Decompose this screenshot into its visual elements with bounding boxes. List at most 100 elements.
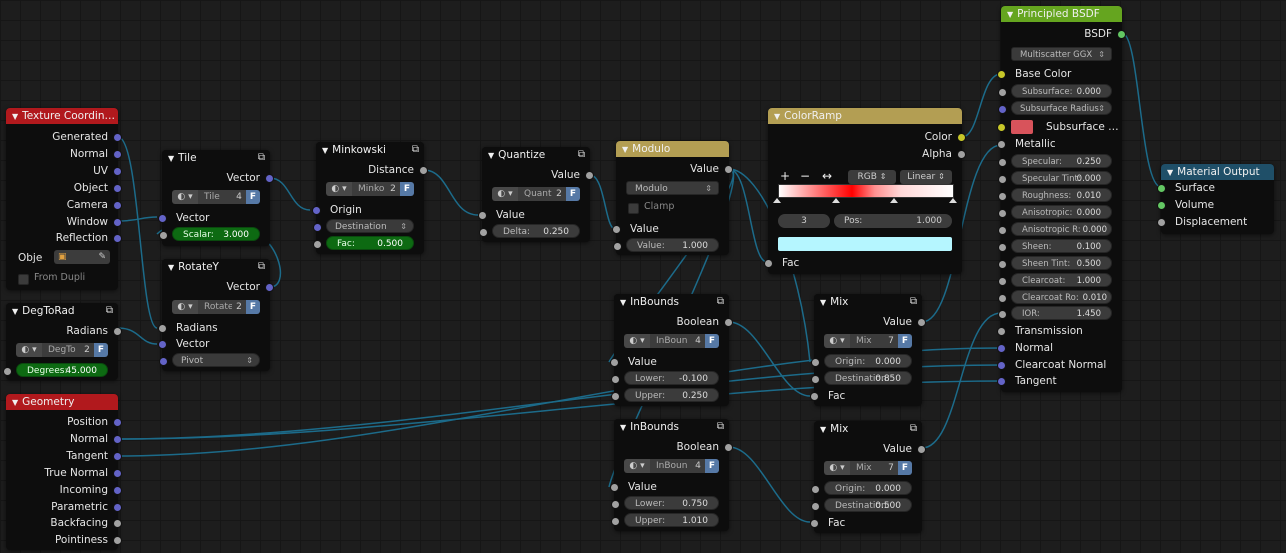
input-socket[interactable]	[479, 228, 488, 237]
collapse-arrow-icon[interactable]: ▼	[168, 263, 174, 272]
operation-dropdown[interactable]: Modulo ⇕	[626, 181, 719, 195]
input-socket[interactable]	[997, 140, 1006, 149]
eyedropper-icon[interactable]: ✎	[98, 250, 106, 264]
fake-user-button[interactable]: F	[898, 334, 912, 348]
fac-field[interactable]: Fac: 0.500	[313, 236, 414, 250]
position-field[interactable]: Pos: 1.000	[834, 214, 952, 228]
input-socket[interactable]	[997, 123, 1006, 132]
fake-user-button[interactable]: F	[705, 334, 719, 348]
subsurface-radius-field[interactable]: Subsurface Radius ⇕	[998, 101, 1112, 115]
node-group-icon[interactable]: ⧉	[258, 259, 265, 275]
node-group-icon[interactable]: ⧉	[106, 303, 113, 319]
group-datablock[interactable]: ◐ ▾ InBoun 4 F	[624, 334, 719, 348]
node-group-icon[interactable]: ⧉	[910, 294, 917, 310]
material-output-node[interactable]: ▼ Material Output Surface Volume Displace…	[1157, 164, 1274, 234]
interpolation-dropdown[interactable]: Linear ⇕	[900, 170, 952, 184]
collapse-arrow-icon[interactable]: ▼	[622, 145, 628, 154]
output-socket[interactable]	[113, 201, 122, 210]
destination-field[interactable]: Destination ⇕	[313, 219, 414, 233]
modulo-node[interactable]: ▼ Modulo Value Modulo ⇕ Clamp Value Value:…	[612, 141, 733, 255]
input-socket[interactable]	[811, 502, 820, 511]
group-datablock[interactable]: ◐ ▾ Mix 7 F	[824, 461, 912, 475]
from-dupli-checkbox[interactable]	[18, 274, 29, 285]
subsurface-field[interactable]: Subsurface: 0.000	[998, 84, 1112, 98]
output-socket[interactable]	[113, 218, 122, 227]
sheen-tint-field[interactable]: Sheen Tint: 0.500	[998, 256, 1112, 270]
output-socket[interactable]	[419, 166, 428, 175]
ior-field[interactable]: IOR: 1.450	[998, 306, 1112, 320]
origin-field[interactable]: Origin: 0.000	[811, 481, 912, 495]
geometry-node[interactable]: ▼ Geometry Position Normal Tangent True N…	[6, 394, 122, 550]
node-header[interactable]: ▼ ColorRamp	[768, 108, 962, 124]
node-header[interactable]: ▼ InBounds ⧉	[614, 419, 729, 435]
output-socket[interactable]	[113, 519, 122, 528]
input-socket[interactable]	[313, 240, 322, 249]
node-group-icon[interactable]: ⧉	[258, 150, 265, 166]
output-socket[interactable]	[724, 165, 733, 174]
fake-user-button[interactable]: F	[246, 300, 260, 314]
input-socket[interactable]	[612, 225, 621, 234]
anisotropic-rotation-field[interactable]: Anisotropic R: 0.000	[998, 222, 1112, 236]
collapse-arrow-icon[interactable]: ▼	[12, 112, 18, 121]
input-socket[interactable]	[478, 211, 487, 220]
ramp-stop-marker[interactable]	[949, 198, 957, 203]
texture-coordinate-node[interactable]: ▼ Texture Coordin… Generated Normal UV Ob…	[6, 108, 122, 290]
collapse-arrow-icon[interactable]: ▼	[820, 298, 826, 307]
node-header[interactable]: ▼ DegToRad ⧉	[6, 303, 118, 319]
node-header[interactable]: ▼ Geometry	[6, 394, 118, 410]
upper-field[interactable]: Upper: 1.010	[611, 513, 719, 527]
input-socket[interactable]	[159, 357, 168, 366]
output-socket[interactable]	[113, 133, 122, 142]
input-socket[interactable]	[998, 192, 1007, 201]
inbounds-node-1[interactable]: ▼ InBounds ⧉ Boolean ◐ ▾ InBoun 4 F Value Low…	[610, 294, 733, 406]
clearcoat-roughness-field[interactable]: Clearcoat Ro: 0.010	[998, 290, 1112, 304]
node-group-icon[interactable]: ⧉	[717, 419, 724, 435]
mix-node-1[interactable]: ▼ Mix ⧉ Value ◐ ▾ Mix 7 F Origin: 0.000 Destin…	[810, 294, 926, 406]
input-socket[interactable]	[611, 517, 620, 526]
node-group-icon[interactable]: ⧉	[910, 421, 917, 437]
node-header[interactable]: ▼ Minkowski ⧉	[316, 142, 424, 158]
tile-node[interactable]: ▼ Tile ⧉ Vector ◐ ▾ Tile 4 F Vector Scalar: 3.…	[158, 150, 274, 246]
output-socket[interactable]	[113, 167, 122, 176]
input-socket[interactable]	[613, 242, 622, 251]
object-picker[interactable]: ▣ ✎	[54, 250, 110, 264]
input-socket[interactable]	[998, 158, 1007, 167]
lower-field[interactable]: Lower: -0.100	[611, 371, 719, 385]
input-socket[interactable]	[611, 500, 620, 509]
minkowski-node[interactable]: ▼ Minkowski ⧉ Distance ◐ ▾ Minko 2 F Origin D…	[312, 142, 428, 254]
output-socket[interactable]	[113, 536, 122, 545]
fake-user-button[interactable]: F	[705, 459, 719, 473]
group-datablock[interactable]: ◐ ▾ DegTo 2 F	[16, 343, 108, 357]
node-header[interactable]: ▼ RotateY ⧉	[162, 259, 270, 275]
input-socket[interactable]	[158, 340, 167, 349]
color-ramp-gradient[interactable]	[778, 184, 954, 198]
remove-stop-button[interactable]: −	[800, 169, 810, 183]
output-socket[interactable]	[265, 283, 274, 292]
output-socket[interactable]	[113, 503, 122, 512]
group-datablock[interactable]: ◐ ▾ Mix 7 F	[824, 334, 912, 348]
fake-user-button[interactable]: F	[246, 190, 260, 204]
node-group-icon[interactable]: ⧉	[412, 142, 419, 158]
input-socket[interactable]	[811, 358, 820, 367]
input-socket[interactable]	[158, 324, 167, 333]
input-socket[interactable]	[610, 358, 619, 367]
sheen-field[interactable]: Sheen: 0.100	[998, 239, 1112, 253]
input-socket[interactable]	[998, 260, 1007, 269]
rotatey-node[interactable]: ▼ RotateY ⧉ Vector ◐ ▾ Rotate 2 F Radians Vec…	[158, 259, 274, 371]
input-socket[interactable]	[998, 243, 1007, 252]
input-socket[interactable]	[998, 226, 1007, 235]
input-socket[interactable]	[998, 277, 1007, 286]
value-field[interactable]: Value: 1.000	[613, 238, 719, 252]
ramp-stop-marker[interactable]	[773, 198, 781, 203]
node-header[interactable]: ▼ Principled BSDF	[1001, 6, 1122, 22]
input-socket[interactable]	[610, 483, 619, 492]
principled-bsdf-node[interactable]: ▼ Principled BSDF BSDF Multiscatter GGX ⇕ …	[997, 6, 1126, 392]
collapse-arrow-icon[interactable]: ▼	[1167, 168, 1173, 177]
node-header[interactable]: ▼ Texture Coordin…	[6, 108, 118, 124]
input-socket[interactable]	[811, 485, 820, 494]
ramp-stop-marker[interactable]	[890, 198, 898, 203]
clearcoat-field[interactable]: Clearcoat: 1.000	[998, 273, 1112, 287]
stop-color-swatch[interactable]	[778, 237, 952, 251]
collapse-arrow-icon[interactable]: ▼	[620, 298, 626, 307]
input-socket[interactable]	[997, 70, 1006, 79]
